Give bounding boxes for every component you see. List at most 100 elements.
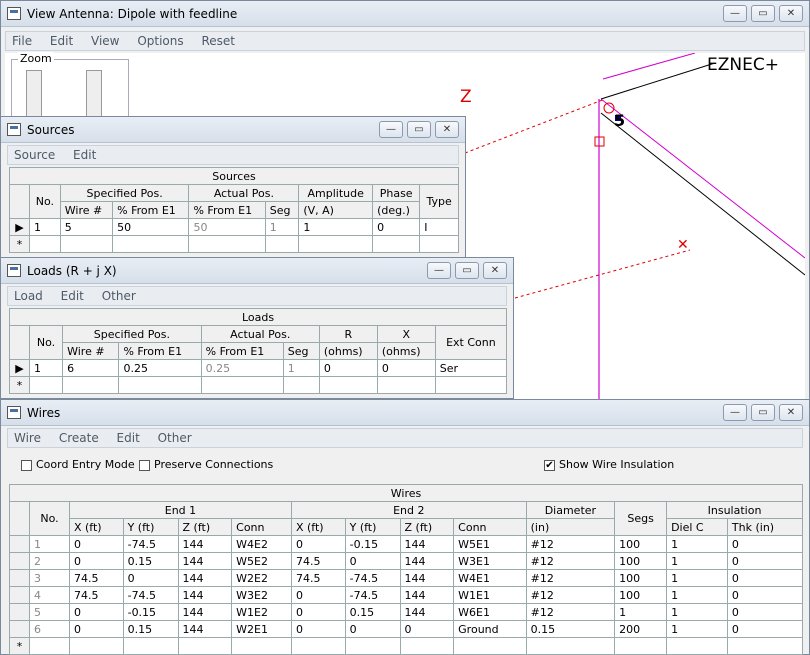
cell[interactable]: 6	[62, 359, 120, 377]
cell[interactable]: 0	[726, 535, 804, 553]
cell[interactable]: 0	[290, 586, 346, 604]
cell[interactable]: 4	[29, 586, 70, 604]
cell[interactable]: 1	[614, 603, 668, 621]
cell[interactable]: 74.5	[68, 569, 124, 587]
menu-other[interactable]: Other	[96, 287, 144, 303]
new-row[interactable]: *	[9, 376, 508, 394]
loads-maximize-button[interactable]: ▭	[455, 262, 479, 279]
cell[interactable]: 0.15	[122, 620, 179, 638]
cell[interactable]: 144	[399, 535, 455, 553]
cell[interactable]: -74.5	[122, 586, 179, 604]
cell[interactable]: 0	[726, 603, 804, 621]
cell[interactable]: Ser	[434, 359, 508, 377]
cell[interactable]: W5E1	[453, 535, 527, 553]
menu-source[interactable]: Source	[8, 146, 63, 162]
cell[interactable]: 0.15	[525, 620, 616, 638]
cell[interactable]: Ground	[453, 620, 527, 638]
view-antenna-titlebar[interactable]: View Antenna: Dipole with feedline — ▭ ✕	[1, 1, 809, 27]
cell[interactable]: W1E2	[231, 603, 292, 621]
new-row[interactable]: *	[9, 637, 804, 655]
cell[interactable]: I	[419, 218, 459, 236]
new-row[interactable]: *	[9, 235, 459, 253]
cell[interactable]: 3	[29, 569, 70, 587]
sources-titlebar[interactable]: Sources — ▭ ✕	[1, 117, 465, 143]
menu-create[interactable]: Create	[53, 429, 107, 445]
cell[interactable]: 1	[298, 218, 374, 236]
cell[interactable]: 100	[614, 535, 668, 553]
menu-view[interactable]: View	[85, 32, 127, 48]
table-row[interactable]: ▶ 1 5 50 50 1 1 0 I	[9, 218, 459, 236]
table-row[interactable]: 2 0 0.15 144 W5E2 74.5 0 144 W3E1 #12 100 1 0	[9, 552, 804, 570]
cell[interactable]: -74.5	[344, 569, 401, 587]
cell[interactable]: 0	[344, 552, 401, 570]
table-row[interactable]: 1 0 -74.5 144 W4E2 0 -0.15 144 W5E1 #12 100 1 0	[9, 535, 804, 553]
table-row[interactable]: 3 74.5 0 144 W2E2 74.5 -74.5 144 W4E1 #12 100 1 0	[9, 569, 804, 587]
cell[interactable]: 5	[29, 603, 70, 621]
menu-edit[interactable]: Edit	[67, 146, 104, 162]
sources-maximize-button[interactable]: ▭	[407, 121, 431, 138]
cell[interactable]: W4E1	[453, 569, 527, 587]
cell[interactable]: -0.15	[122, 603, 179, 621]
cell[interactable]: 0	[68, 603, 124, 621]
cell[interactable]: 0	[376, 359, 436, 377]
cell[interactable]: 1	[28, 359, 64, 377]
row-header[interactable]	[9, 552, 30, 570]
cell[interactable]: 1	[666, 603, 728, 621]
menu-edit[interactable]: Edit	[44, 32, 81, 48]
cell[interactable]: 100	[614, 586, 668, 604]
cell[interactable]: 144	[177, 535, 233, 553]
cell[interactable]: 74.5	[68, 586, 124, 604]
cell[interactable]: W2E1	[231, 620, 292, 638]
cell[interactable]: W2E2	[231, 569, 292, 587]
checkmark-icon[interactable]: ✔	[544, 459, 555, 471]
row-header[interactable]	[9, 569, 30, 587]
cell[interactable]: W4E2	[231, 535, 292, 553]
close-button[interactable]: ✕	[779, 5, 803, 22]
wires-close-button[interactable]: ✕	[779, 404, 803, 421]
cell[interactable]: 0	[726, 552, 804, 570]
cell[interactable]: 144	[177, 620, 233, 638]
cell[interactable]: 100	[614, 552, 668, 570]
cell[interactable]: 0	[290, 603, 346, 621]
menu-edit[interactable]: Edit	[55, 287, 92, 303]
cell[interactable]: W1E1	[453, 586, 527, 604]
cell[interactable]: W3E1	[453, 552, 527, 570]
cell[interactable]: W5E2	[231, 552, 292, 570]
cell[interactable]: 0	[726, 620, 804, 638]
cell[interactable]: -74.5	[344, 586, 401, 604]
cell[interactable]: 0	[344, 620, 401, 638]
menu-options[interactable]: Options	[131, 32, 191, 48]
menu-other[interactable]: Other	[152, 429, 200, 445]
cell[interactable]: 100	[614, 569, 668, 587]
cell[interactable]: 2	[29, 552, 70, 570]
cell[interactable]: 0	[726, 586, 804, 604]
cell[interactable]: 0	[68, 620, 124, 638]
cell[interactable]: 74.5	[290, 569, 346, 587]
minimize-button[interactable]: —	[723, 5, 747, 22]
cell[interactable]: 0	[372, 218, 421, 236]
menu-edit[interactable]: Edit	[111, 429, 148, 445]
cell[interactable]: 0	[726, 569, 804, 587]
row-header[interactable]	[9, 586, 30, 604]
cell[interactable]: 0	[290, 535, 346, 553]
cell[interactable]: #12	[525, 586, 616, 604]
cell[interactable]: 0.25	[118, 359, 202, 377]
cell[interactable]: -0.15	[344, 535, 401, 553]
cell[interactable]: 1	[666, 569, 728, 587]
maximize-button[interactable]: ▭	[751, 5, 775, 22]
cell[interactable]: 1	[29, 218, 61, 236]
row-header[interactable]	[9, 620, 30, 638]
checkbox-box[interactable]	[139, 459, 150, 471]
sources-minimize-button[interactable]: —	[379, 121, 403, 138]
cell[interactable]: 5	[59, 218, 114, 236]
table-row[interactable]: 6 0 0.15 144 W2E1 0 0 0 Ground 0.15 200 1 0	[9, 620, 804, 638]
preserve-connections-checkbox[interactable]: Preserve Connections	[139, 458, 273, 471]
menu-load[interactable]: Load	[8, 287, 51, 303]
cell[interactable]: 0	[290, 620, 346, 638]
menu-file[interactable]: File	[6, 32, 40, 48]
cell[interactable]: #12	[525, 569, 616, 587]
row-header[interactable]	[9, 603, 30, 621]
cell[interactable]: 0.15	[344, 603, 401, 621]
cell[interactable]: #12	[525, 552, 616, 570]
checkbox-box[interactable]	[21, 459, 32, 471]
